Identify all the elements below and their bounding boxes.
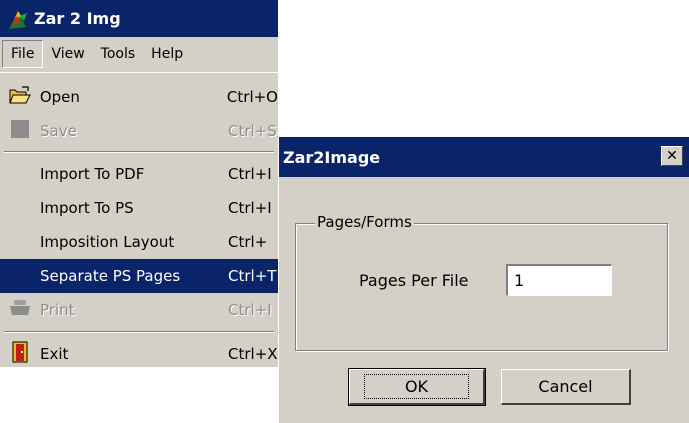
menu-separator — [4, 151, 274, 153]
menu-view[interactable]: View — [43, 41, 92, 67]
menu-item-exit[interactable]: Exit Ctrl+X — [0, 337, 278, 371]
pages-forms-groupbox — [295, 223, 668, 351]
app-titlebar: Zar 2 Img — [0, 0, 278, 37]
menu-item-import-pdf[interactable]: Import To PDF Ctrl+I — [0, 157, 278, 191]
menu-item-shortcut: Ctrl+X — [228, 345, 278, 363]
menu-item-label: Imposition Layout — [40, 233, 175, 251]
menu-file[interactable]: File — [2, 40, 44, 68]
menu-item-shortcut: Ctrl+I — [228, 199, 272, 217]
menu-item-label: Print — [40, 301, 75, 319]
menu-item-label: Exit — [40, 345, 69, 363]
menu-item-shortcut: Ctrl+I — [228, 301, 272, 319]
menu-item-import-ps[interactable]: Import To PS Ctrl+I — [0, 191, 278, 225]
menu-separator — [4, 331, 274, 333]
close-button[interactable]: ✕ — [661, 146, 683, 166]
menu-item-label: Import To PDF — [40, 165, 145, 183]
menu-item-open[interactable]: Open Ctrl+O — [0, 80, 278, 114]
zar2image-dialog: Zar2Image ✕ Pages/Forms Pages Per File O… — [279, 137, 689, 423]
app-title: Zar 2 Img — [34, 9, 121, 28]
file-menu-dropdown: Open Ctrl+O Save Ctrl+S Import To PDF Ct… — [0, 72, 278, 367]
menu-item-label: Separate PS Pages — [40, 267, 181, 285]
app-window: Zar 2 Img File View Tools Help Open Ctrl… — [0, 0, 278, 367]
menu-item-shortcut: Ctrl+O — [226, 88, 278, 106]
menu-item-label: Import To PS — [40, 199, 134, 217]
dialog-titlebar[interactable]: Zar2Image ✕ — [279, 137, 689, 177]
menu-item-shortcut: Ctrl+S — [228, 122, 277, 140]
app-logo-icon — [6, 7, 30, 31]
printer-icon — [9, 299, 31, 321]
exit-door-icon — [12, 341, 28, 367]
menu-item-imposition-layout[interactable]: Imposition Layout Ctrl+ — [0, 225, 278, 259]
groupbox-label: Pages/Forms — [315, 213, 414, 231]
save-icon — [10, 119, 30, 143]
menubar: File View Tools Help — [0, 37, 278, 71]
menu-item-shortcut: Ctrl+T — [228, 267, 277, 285]
close-icon: ✕ — [666, 148, 678, 164]
menu-item-save[interactable]: Save Ctrl+S — [0, 114, 278, 148]
menu-item-shortcut: Ctrl+I — [228, 165, 272, 183]
pages-per-file-label: Pages Per File — [359, 271, 469, 290]
menu-item-separate-ps-pages[interactable]: Separate PS Pages Ctrl+T — [0, 259, 278, 293]
pages-per-file-input[interactable] — [506, 264, 612, 296]
menu-item-shortcut: Ctrl+ — [228, 233, 268, 251]
cancel-button[interactable]: Cancel — [501, 369, 631, 405]
open-folder-icon — [9, 85, 31, 109]
menu-item-print[interactable]: Print Ctrl+I — [0, 293, 278, 327]
cancel-button-label: Cancel — [538, 377, 593, 396]
menu-item-label: Save — [40, 122, 77, 140]
menu-help[interactable]: Help — [143, 41, 191, 67]
menu-tools[interactable]: Tools — [93, 41, 144, 67]
menu-item-label: Open — [39, 88, 80, 106]
dialog-title: Zar2Image — [283, 147, 381, 167]
ok-button-label: OK — [363, 374, 470, 399]
ok-button[interactable]: OK — [348, 368, 486, 406]
